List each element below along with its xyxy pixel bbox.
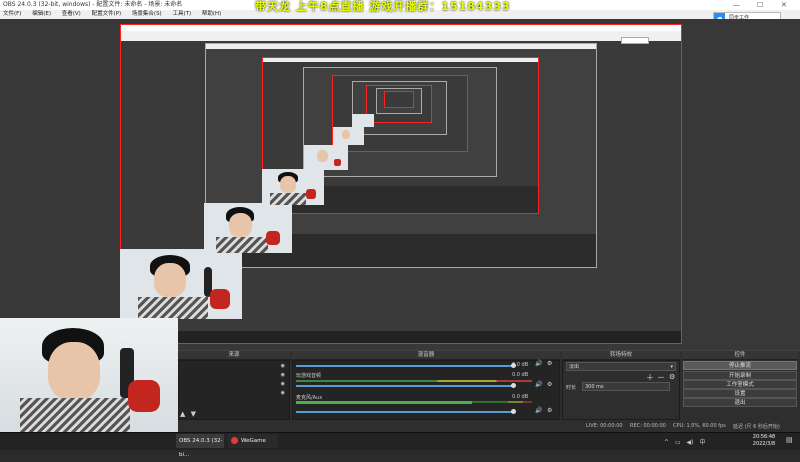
mixer-channel-name: 麦克风/Aux xyxy=(296,395,323,401)
maximize-button[interactable]: ☐ xyxy=(757,0,763,10)
volume-icon[interactable]: ◀) xyxy=(687,439,694,446)
controls-header: 控件 xyxy=(682,351,798,360)
tray-icons: ^ ▭ ◀) 中 xyxy=(664,437,705,446)
nested-webcam-6 xyxy=(352,114,374,127)
mixer-channel-db: 0.0 dB xyxy=(512,394,529,400)
clock-time: 20:56:48 xyxy=(752,434,776,440)
source-item[interactable]: ◉ xyxy=(182,371,287,379)
level-meter xyxy=(296,401,472,404)
menu-scene-collection[interactable]: 场景集合(S) xyxy=(132,11,162,17)
volume-slider[interactable] xyxy=(296,385,514,387)
wegame-icon xyxy=(231,437,238,444)
webcam-source[interactable] xyxy=(0,318,178,432)
menu-help[interactable]: 帮助(H) xyxy=(202,11,221,17)
minimize-button[interactable]: — xyxy=(733,0,740,10)
source-item[interactable]: ◉ xyxy=(182,380,287,388)
taskbar-obs[interactable]: OBS 24.0.3 (32-bi... xyxy=(176,434,224,458)
mixer-channel-db: 0.0 dB xyxy=(512,372,529,378)
menu-tools[interactable]: 工具(T) xyxy=(172,11,191,17)
notification-icon[interactable]: ▤ xyxy=(786,436,793,444)
eye-icon[interactable]: ◉ xyxy=(281,362,285,370)
nested-webcam-5 xyxy=(333,127,364,145)
nested-menubar xyxy=(121,31,681,41)
volume-slider[interactable] xyxy=(296,411,514,413)
duration-input[interactable]: 300 ms xyxy=(582,382,670,391)
chevron-up-icon[interactable]: ^ xyxy=(664,439,669,446)
stop-streaming-button[interactable]: 停止推流 xyxy=(683,361,797,370)
transition-type-value: 淡出 xyxy=(569,364,580,370)
menu-edit[interactable]: 编辑(E) xyxy=(32,11,51,17)
window-title: OBS 24.0.3 (32-bit, windows) - 配置文件: 未命名… xyxy=(3,1,183,8)
nested-3-titlebar xyxy=(263,58,538,62)
source-item[interactable]: ◉ xyxy=(182,389,287,397)
clock-date: 2022/3/8 xyxy=(752,441,776,447)
nested-taskbar xyxy=(121,331,681,343)
close-button[interactable]: ✕ xyxy=(781,0,787,10)
speaker-icon[interactable]: 🔊 xyxy=(535,407,542,414)
ime-icon[interactable]: 中 xyxy=(699,439,705,446)
nested-preview-9 xyxy=(384,91,414,108)
move-down-icon[interactable]: ▼ xyxy=(191,410,196,418)
speaker-icon[interactable]: 🔊 xyxy=(535,381,542,388)
eye-icon[interactable]: ◉ xyxy=(281,380,285,388)
stream-overlay-title: 带天龙 上午8点直播 游戏开播群：15184333 xyxy=(255,0,511,13)
level-meter xyxy=(296,380,532,382)
sources-toolbar: ▲ ▼ xyxy=(180,410,196,418)
preview-canvas[interactable] xyxy=(0,19,800,350)
clock[interactable]: 20:56:48 2022/3/8 xyxy=(748,434,780,448)
gear-icon[interactable]: ⚙ xyxy=(669,373,675,381)
wegame-label: WeGame xyxy=(241,438,266,444)
transitions-header: 转场特效 xyxy=(562,351,680,360)
menu-file[interactable]: 文件(F) xyxy=(3,11,21,17)
rec-status: REC: 00:00:00 xyxy=(630,423,666,429)
source-item[interactable]: ◉ xyxy=(182,362,287,370)
exit-button[interactable]: 退出 xyxy=(683,398,797,407)
volume-slider[interactable] xyxy=(296,365,514,367)
settings-button[interactable]: 设置 xyxy=(683,389,797,398)
eye-icon[interactable]: ◉ xyxy=(281,371,285,379)
menu-profile[interactable]: 配置文件(P) xyxy=(92,11,122,17)
nested-webcam-2 xyxy=(204,203,292,253)
nested-webcam-3 xyxy=(262,169,324,205)
menu-view[interactable]: 查看(V) xyxy=(62,11,81,17)
speaker-icon[interactable]: 🔊 xyxy=(535,360,542,367)
move-up-icon[interactable]: ▲ xyxy=(180,410,185,418)
nested-webcam-1 xyxy=(120,249,242,319)
chevron-down-icon: ▾ xyxy=(670,364,673,370)
start-recording-button[interactable]: 开始录制 xyxy=(683,371,797,380)
mixer-header: 混音器 xyxy=(292,351,560,360)
transition-select[interactable]: 淡出 ▾ xyxy=(566,362,676,371)
nested-2-titlebar xyxy=(206,44,596,49)
cpu-status: CPU: 1.0%, 60.00 fps xyxy=(673,423,726,429)
nested-webcam-4 xyxy=(304,145,348,170)
studio-mode-button[interactable]: 工作室模式 xyxy=(683,380,797,389)
nested-sync-button xyxy=(621,37,649,44)
extra-status: 延迟 (尺 6 秒后开始) xyxy=(733,424,780,430)
sources-header: 来源 xyxy=(178,351,290,360)
level-meter-peak xyxy=(472,401,532,403)
mixer-channel-name: 玩游戏音频 xyxy=(296,373,322,379)
gear-icon[interactable]: ⚙ xyxy=(547,407,552,414)
duration-value: 300 ms xyxy=(585,384,604,390)
network-icon[interactable]: ▭ xyxy=(675,439,681,446)
gear-icon[interactable]: ⚙ xyxy=(547,381,552,388)
taskbar-wegame[interactable]: WeGame xyxy=(228,434,278,448)
live-status: LIVE: 00:00:00 xyxy=(586,423,623,429)
eye-icon[interactable]: ◉ xyxy=(281,389,285,397)
duration-label: 时长 xyxy=(566,385,577,391)
gear-icon[interactable]: ⚙ xyxy=(547,360,552,367)
